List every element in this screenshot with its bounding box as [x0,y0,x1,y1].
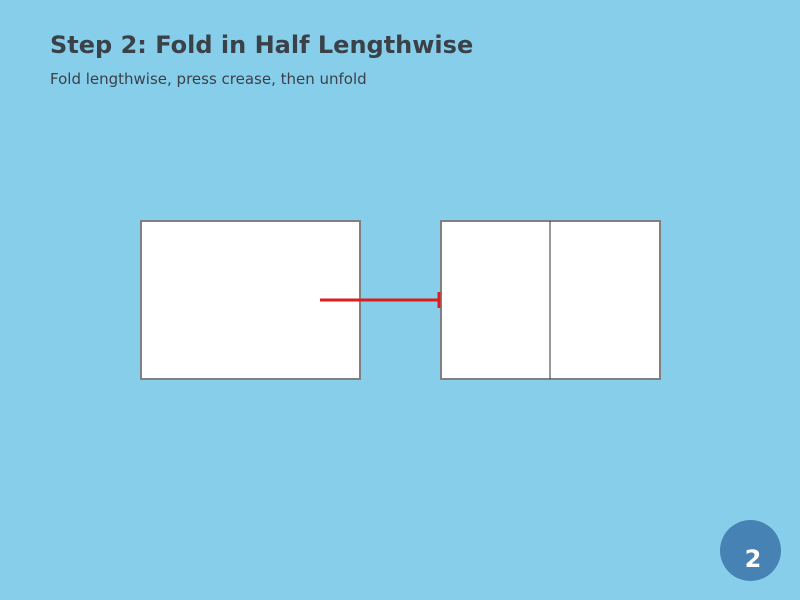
instruction-diagram [0,0,800,600]
page-subtitle: Fold lengthwise, press crease, then unfo… [50,70,367,88]
page-title: Step 2: Fold in Half Lengthwise [50,31,474,59]
step-number: 2 [744,545,762,573]
